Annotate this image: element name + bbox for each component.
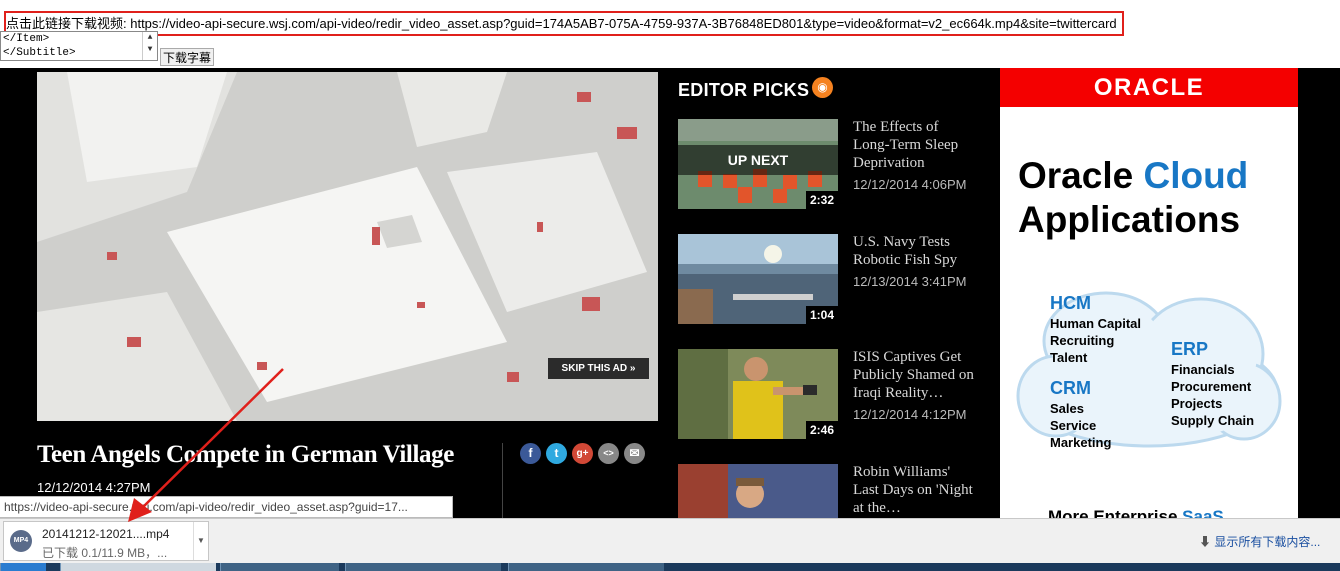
taskbar-item[interactable] — [508, 563, 664, 571]
pick-title-4[interactable]: Robin Williams' Last Days on 'Night at t… — [853, 463, 978, 517]
duration-badge: 2:32 — [805, 191, 838, 209]
pick-date-2: 12/13/2014 3:41PM — [853, 274, 967, 289]
download-filename: 20141212-12021....mp4 — [42, 527, 170, 541]
thumbnail-image — [678, 464, 838, 518]
editor-picks-heading: EDITOR PICKS — [678, 80, 810, 100]
show-all-downloads-link[interactable]: ⬇ 显示所有下载内容... — [1199, 533, 1320, 550]
pick-title-1[interactable]: The Effects of Long-Term Sleep Deprivati… — [853, 118, 978, 172]
status-bar-url: https://video-api-secure.wsj.com/api-vid… — [0, 496, 453, 518]
ad-erp-item: Financials — [1171, 362, 1235, 377]
download-item[interactable]: MP4 20141212-12021....mp4 已下载 0.1/11.9 M… — [3, 521, 209, 561]
ad-erp-item: Projects — [1171, 396, 1223, 411]
video-download-link[interactable]: 点击此链接下载视频: https://video-api-secure.wsj.… — [4, 11, 1124, 36]
up-next-label: UP NEXT — [678, 145, 838, 175]
oracle-ad[interactable]: ORACLE Oracle Cloud Applications HCM Hum… — [1000, 68, 1298, 528]
rss-icon[interactable]: ◉ — [812, 77, 833, 98]
pick-thumbnail-4[interactable] — [678, 464, 838, 518]
start-button[interactable] — [0, 563, 46, 571]
taskbar — [0, 563, 1340, 571]
ad-headline-text: Oracle — [1018, 155, 1144, 196]
pick-thumbnail-2[interactable]: 1:04 — [678, 234, 838, 324]
google-plus-share-icon[interactable]: g+ — [572, 443, 593, 464]
taskbar-item[interactable] — [60, 563, 216, 571]
subtitle-line: </Item> — [3, 33, 50, 45]
show-all-label: 显示所有下载内容... — [1214, 535, 1321, 549]
ad-headline-line2: Applications — [1018, 199, 1241, 240]
taskbar-item[interactable] — [345, 563, 501, 571]
helper-toolbar: 点击此链接下载视频: https://video-api-secure.wsj.… — [0, 0, 1340, 68]
subtitle-textarea[interactable]: </Item> </Subtitle> ▲ ▼ — [0, 31, 158, 61]
pick-thumbnail-1[interactable]: UP NEXT 2:32 — [678, 119, 838, 209]
ad-headline-cloud: Cloud — [1143, 155, 1249, 196]
pick-date-3: 12/12/2014 4:12PM — [853, 407, 967, 422]
ad-hcm-item: Human Capital — [1050, 316, 1142, 331]
subtitle-line: </Subtitle> — [3, 47, 76, 59]
ad-crm-item: Marketing — [1050, 435, 1112, 450]
video-date: 12/12/2014 4:27PM — [37, 480, 151, 495]
ad-headline: Oracle Cloud Applications — [1018, 154, 1248, 242]
ad-hcm-item: Recruiting — [1050, 333, 1115, 348]
duration-badge: 1:04 — [805, 306, 838, 324]
download-shelf: MP4 20141212-12021....mp4 已下载 0.1/11.9 M… — [0, 518, 1340, 563]
ad-crm-item: Service — [1050, 418, 1097, 433]
ad-erp-item: Supply Chain — [1171, 413, 1255, 428]
taskbar-item[interactable] — [220, 563, 339, 571]
facebook-share-icon[interactable]: f — [520, 443, 541, 464]
ad-crm-item: Sales — [1050, 401, 1084, 416]
oracle-logo: ORACLE — [1000, 68, 1298, 107]
textarea-scrollbar[interactable]: ▲ ▼ — [142, 32, 157, 60]
embed-code-icon[interactable]: <> — [598, 443, 619, 464]
ad-hcm-item: Talent — [1050, 350, 1088, 365]
divider — [502, 443, 503, 518]
pick-title-2[interactable]: U.S. Navy Tests Robotic Fish Spy — [853, 233, 978, 269]
twitter-share-icon[interactable]: t — [546, 443, 567, 464]
email-share-icon[interactable]: ✉ — [624, 443, 645, 464]
download-progress-text: 已下载 0.1/11.9 MB，... — [42, 546, 168, 560]
skip-ad-button[interactable]: SKIP THIS AD » — [548, 358, 649, 379]
chevron-down-icon[interactable]: ▼ — [193, 522, 208, 560]
ad-hcm-label: HCM — [1050, 293, 1091, 313]
mp4-file-icon: MP4 — [10, 530, 32, 552]
ad-erp-label: ERP — [1171, 339, 1209, 359]
pick-thumbnail-3[interactable]: 2:46 — [678, 349, 838, 439]
ad-crm-label: CRM — [1050, 378, 1091, 398]
pick-title-3[interactable]: ISIS Captives Get Publicly Shamed on Ira… — [853, 348, 978, 402]
video-title: Teen Angels Compete in German Village — [37, 441, 454, 468]
download-subtitle-button[interactable]: 下载字幕 — [160, 48, 214, 66]
pick-date-1: 12/12/2014 4:06PM — [853, 177, 967, 192]
ad-erp-item: Procurement — [1171, 379, 1252, 394]
duration-badge: 2:46 — [805, 421, 838, 439]
download-arrow-icon: ⬇ — [1199, 535, 1212, 549]
